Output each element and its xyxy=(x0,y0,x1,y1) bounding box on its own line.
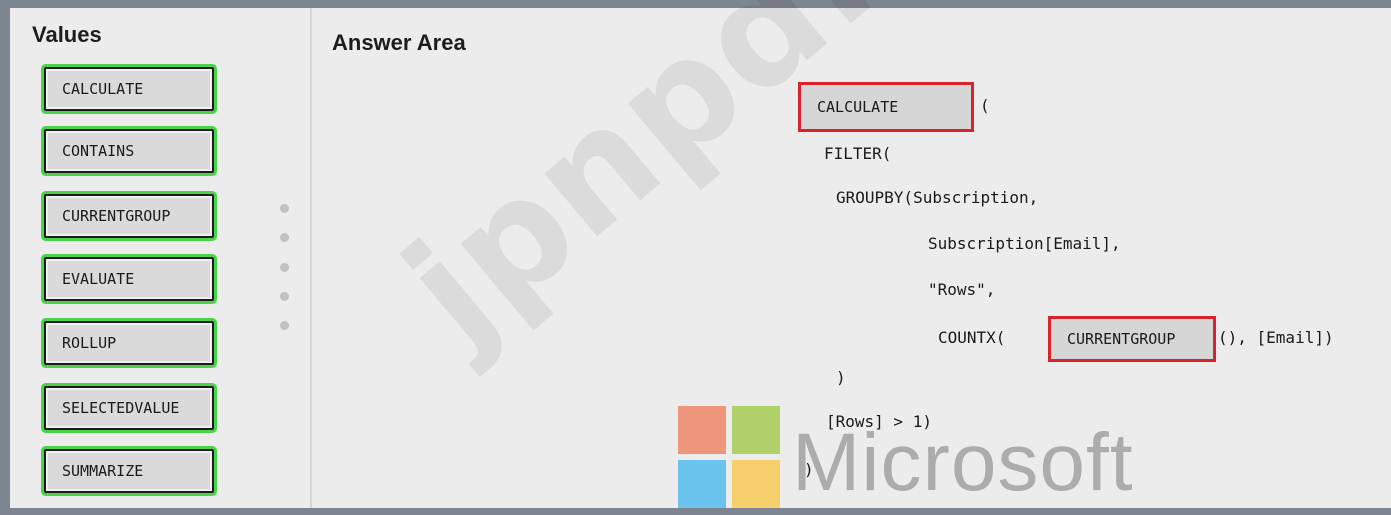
value-calculate[interactable]: CALCULATE xyxy=(44,67,214,111)
panel-divider xyxy=(310,8,312,508)
handle-dot xyxy=(279,262,289,272)
answer-slot-1[interactable]: CALCULATE xyxy=(798,82,974,132)
handle-dot xyxy=(279,321,289,330)
code-line-close-groupby: ) xyxy=(836,368,846,387)
code-line-groupby: GROUPBY(Subscription, xyxy=(836,188,1039,207)
values-title: Values xyxy=(32,22,102,47)
value-contains[interactable]: CONTAINS xyxy=(44,129,214,173)
handle-dot xyxy=(279,233,289,243)
microsoft-wordmark: Microsoft xyxy=(792,417,1134,508)
code-line-countx-args: (), [Email]) xyxy=(1218,328,1334,347)
answer-area-title: Answer Area xyxy=(332,30,466,55)
code-paren: ( xyxy=(980,96,990,115)
resize-handle[interactable] xyxy=(274,204,294,330)
answer-slot-2[interactable]: CURRENTGROUP xyxy=(1048,316,1216,362)
code-line-rows: "Rows", xyxy=(928,280,996,299)
value-currentgroup[interactable]: CURRENTGROUP xyxy=(44,194,214,238)
microsoft-logo-icon xyxy=(678,406,782,510)
code-line-countx: COUNTX( xyxy=(938,328,1006,347)
value-selectedvalue[interactable]: SELECTEDVALUE xyxy=(44,386,214,430)
value-evaluate[interactable]: EVALUATE xyxy=(44,257,214,301)
handle-dot xyxy=(279,204,289,213)
code-line-email: Subscription[Email], xyxy=(928,234,1121,253)
code-line-filter: FILTER( xyxy=(824,144,892,163)
exam-question-panel: Values CALCULATE CONTAINS CURRENTGROUP E… xyxy=(10,0,1391,510)
value-rollup[interactable]: ROLLUP xyxy=(44,321,214,365)
value-summarize[interactable]: SUMMARIZE xyxy=(44,449,214,493)
handle-dot xyxy=(279,291,289,301)
